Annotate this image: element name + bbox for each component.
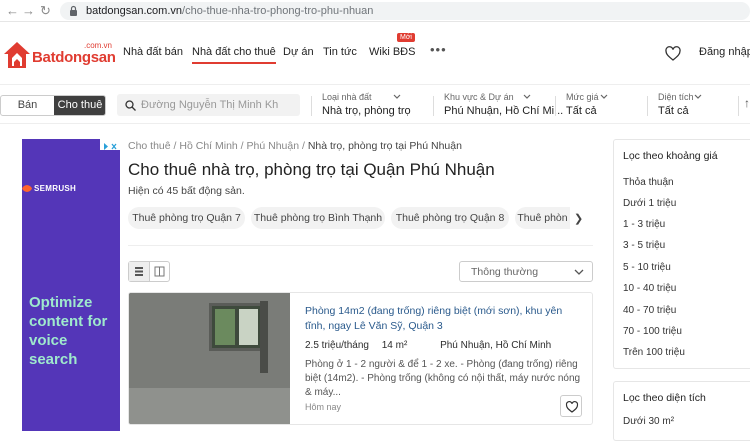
filter-property-type[interactable]: Loại nhà đất Nhà trọ, phòng trọ (322, 90, 432, 120)
logo-text: Batdongsan (32, 49, 116, 66)
grid-icon (154, 266, 165, 277)
list-icon (135, 267, 143, 276)
adchoices-icon[interactable] (100, 139, 120, 150)
price-filter-item[interactable]: Dưới 1 triệu (623, 198, 676, 209)
listing-card[interactable]: Phòng 14m2 (đang trống) riêng biệt (mới … (128, 292, 593, 425)
menu-item-wiki[interactable]: Wiki BĐS (369, 46, 415, 58)
url-text: batdongsan.com.vn/cho-thue-nha-tro-phong… (86, 5, 374, 17)
heart-icon[interactable] (665, 46, 681, 61)
listing-info: 2.5 triệu/tháng 14 m² Phú Nhuận, Hồ Chí … (305, 340, 551, 351)
search-placeholder: Đường Nguyễn Thị Minh Kh (141, 99, 279, 111)
filter-label: Mức giá (566, 92, 599, 102)
search-input[interactable]: Đường Nguyễn Thị Minh Kh (117, 94, 300, 116)
listing-photo[interactable] (129, 293, 290, 424)
area-filter-box: Lọc theo diện tích Dưới 30 m² (613, 381, 750, 441)
grid-view-button[interactable] (149, 262, 169, 281)
chip-suggestion[interactable]: Thuê phòng trọ Quận 7 (128, 207, 245, 229)
chip-suggestion[interactable]: Thuê phòng trọ Bình Thạnh (251, 207, 385, 229)
breadcrumb-item[interactable]: Phú Nhuận (247, 140, 300, 152)
lock-icon (70, 5, 77, 16)
chevron-down-icon (694, 94, 702, 99)
filter-price[interactable]: Mức giá Tất cả (566, 90, 646, 120)
listing-location: Phú Nhuận, Hồ Chí Minh (440, 340, 552, 351)
price-filter-item[interactable]: 70 - 100 triệu (623, 326, 682, 337)
listing-posted-time: Hôm nay (305, 402, 342, 412)
save-listing-button[interactable] (560, 395, 582, 417)
chip-suggestion[interactable]: Thuê phòn (515, 207, 570, 229)
back-icon[interactable]: ← (6, 3, 19, 18)
more-filters-icon[interactable]: ↑ (744, 96, 750, 110)
listing-price: 2.5 triệu/tháng (305, 340, 369, 351)
filter-value: Tất cả (566, 105, 597, 117)
price-filter-title: Lọc theo khoảng giá (623, 150, 718, 162)
chevron-down-icon (600, 94, 608, 99)
filter-value: Tất cả (658, 105, 689, 117)
chevron-down-icon (393, 94, 401, 99)
filter-area[interactable]: Diện tích Tất cả (658, 90, 738, 120)
price-filter-item[interactable]: 1 - 3 triệu (623, 219, 665, 230)
reload-icon[interactable]: ↻ (40, 3, 51, 19)
area-filter-item[interactable]: Dưới 30 m² (623, 416, 674, 427)
forward-icon[interactable]: → (22, 3, 35, 18)
search-icon (125, 100, 136, 111)
breadcrumb: Cho thuê / Hồ Chí Minh / Phú Nhuận / Nhà… (128, 140, 462, 152)
breadcrumb-item[interactable]: Hồ Chí Minh (179, 140, 237, 152)
listing-title[interactable]: Phòng 14m2 (đang trống) riêng biệt (mới … (305, 304, 585, 334)
price-filter-item[interactable]: Thỏa thuận (623, 177, 674, 188)
view-toggle (128, 261, 170, 282)
price-filter-item[interactable]: 3 - 5 triệu (623, 240, 665, 251)
site-header: .com.vn Batdongsan Nhà đất bán Nhà đất c… (0, 22, 750, 85)
address-bar[interactable]: batdongsan.com.vn/cho-thue-nha-tro-phong… (60, 2, 750, 20)
chevron-right-icon[interactable]: ❯ (574, 212, 583, 225)
buy-rent-toggle: Bán Cho thuê (0, 95, 106, 116)
price-filter-item[interactable]: Trên 100 triệu (623, 347, 685, 358)
filter-label: Diện tích (658, 92, 694, 102)
filter-value: Phú Nhuận, Hồ Chí Mi... (444, 105, 564, 117)
price-filter-item[interactable]: 40 - 70 triệu (623, 305, 676, 316)
breadcrumb-item[interactable]: Cho thuê (128, 140, 171, 152)
list-view-button[interactable] (129, 262, 149, 281)
page-title: Cho thuê nhà trọ, phòng trọ tại Quận Phú… (128, 160, 495, 179)
semrush-logo-icon (22, 185, 32, 192)
new-badge: Mới (397, 33, 415, 42)
advertisement[interactable]: SEMRUSH Optimize content for voice searc… (22, 139, 120, 431)
menu-item-sale[interactable]: Nhà đất bán (123, 46, 183, 58)
menu-item-news[interactable]: Tin tức (323, 46, 357, 58)
toggle-sale[interactable]: Bán (1, 96, 54, 115)
price-filter-box: Lọc theo khoảng giá Thỏa thuận Dưới 1 tr… (613, 139, 750, 369)
site-logo[interactable]: .com.vn Batdongsan (2, 38, 116, 72)
chevron-down-icon (574, 269, 584, 275)
filter-label: Loại nhà đất (322, 92, 372, 102)
chevron-down-icon (523, 94, 531, 99)
price-filter-item[interactable]: 5 - 10 triệu (623, 262, 671, 273)
chip-suggestion[interactable]: Thuê phòng trọ Quận 8 (391, 207, 509, 229)
ad-brand: SEMRUSH (34, 184, 77, 193)
login-link[interactable]: Đăng nhập (699, 46, 750, 58)
ad-headline: Optimize content for voice search (29, 294, 108, 368)
heart-icon (565, 400, 579, 413)
menu-item-projects[interactable]: Dự án (283, 46, 314, 58)
listing-description: Phòng ở 1 - 2 người & để 1 - 2 xe. - Phò… (305, 359, 581, 398)
browser-toolbar: ← → ↻ batdongsan.com.vn/cho-thue-nha-tro… (0, 0, 750, 22)
more-menu-icon[interactable]: ••• (430, 42, 447, 57)
listing-area: 14 m² (381, 340, 408, 351)
search-bar: Bán Cho thuê Đường Nguyễn Thị Minh Kh Lo… (0, 86, 750, 124)
sort-select[interactable]: Thông thường (459, 261, 593, 282)
area-filter-title: Lọc theo diện tích (623, 392, 706, 404)
breadcrumb-current: Nhà trọ, phòng trọ tại Phú Nhuận (307, 140, 462, 152)
toggle-rent[interactable]: Cho thuê (54, 96, 105, 115)
filter-label: Khu vực & Dự án (444, 92, 514, 102)
result-count: Hiện có 45 bất động sản. (128, 185, 245, 197)
house-logo-icon (4, 42, 30, 68)
price-filter-item[interactable]: 10 - 40 triệu (623, 283, 676, 294)
sort-value: Thông thường (471, 266, 539, 278)
menu-item-rent[interactable]: Nhà đất cho thuê (192, 46, 276, 64)
filter-value: Nhà trọ, phòng trọ (322, 105, 411, 117)
filter-location[interactable]: Khu vực & Dự án Phú Nhuận, Hồ Chí Mi... (444, 90, 563, 120)
